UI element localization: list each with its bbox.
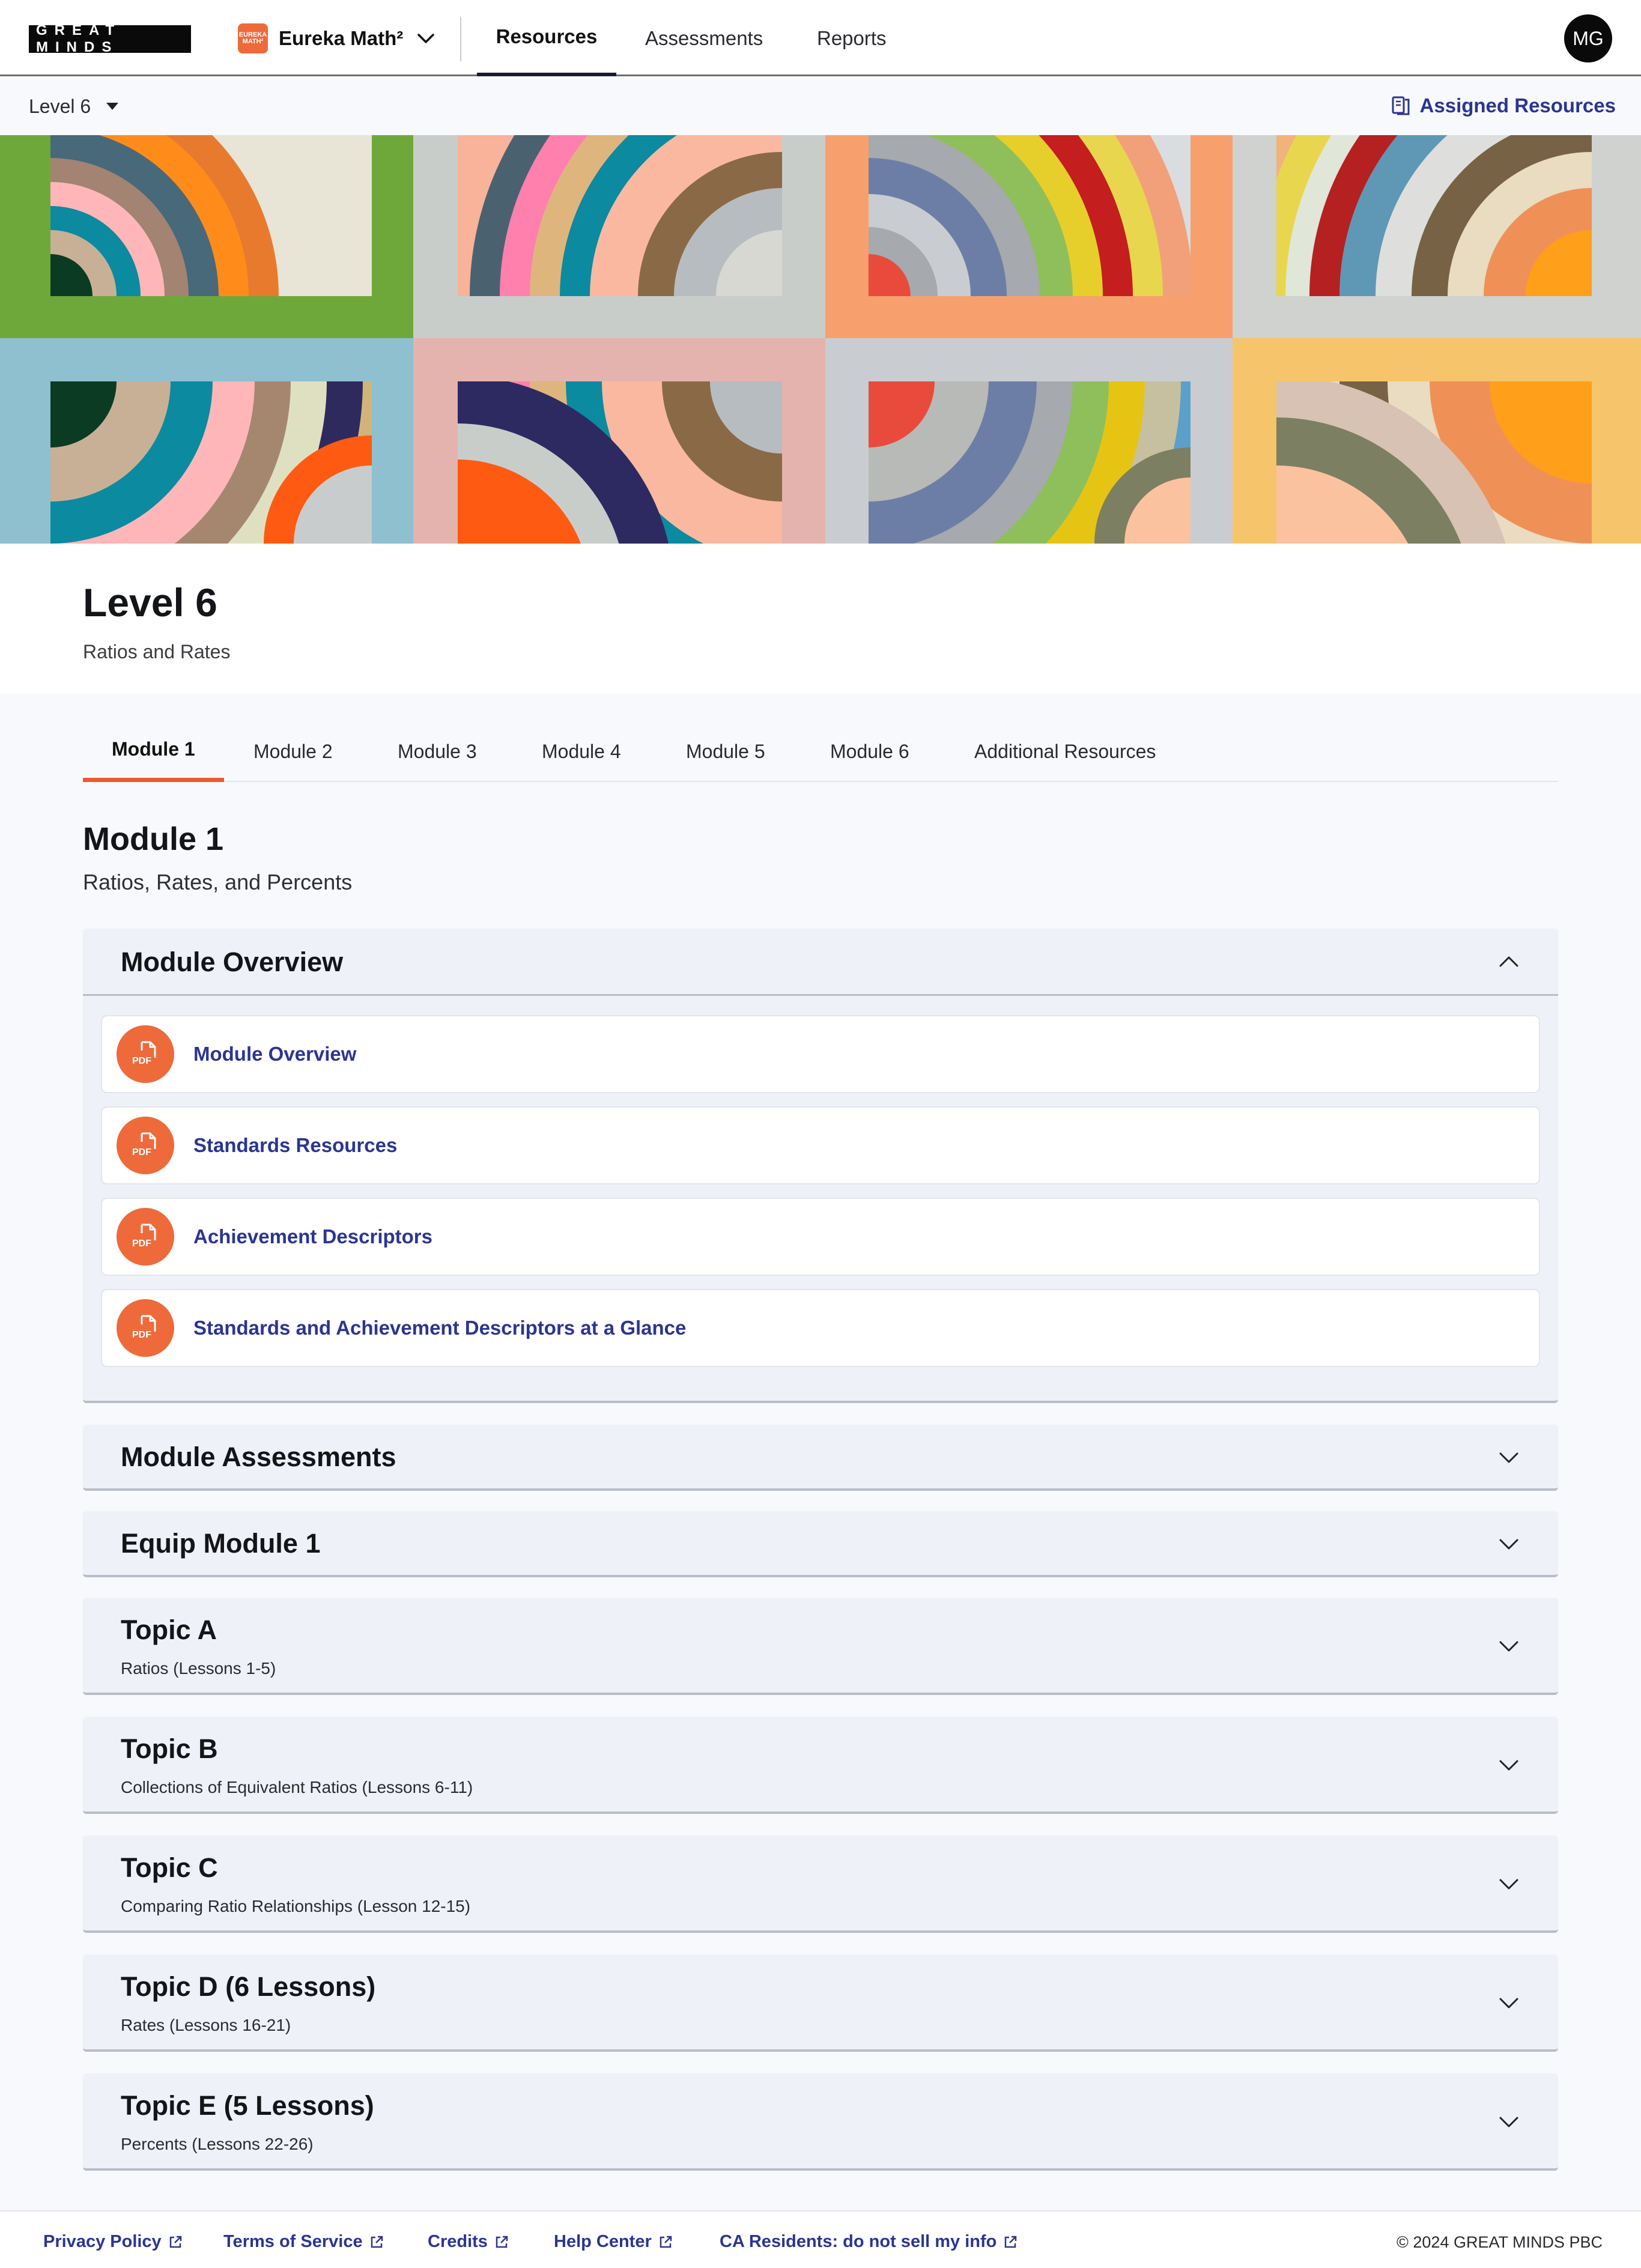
accordion-subtitle: Collections of Equivalent Ratios (Lesson… xyxy=(121,1778,473,1797)
external-link-icon xyxy=(371,2236,383,2248)
product-name: Eureka Math² xyxy=(279,27,404,49)
external-link-icon xyxy=(496,2236,508,2248)
chevron-down-icon xyxy=(1499,1879,1518,1890)
accordion-topic-a[interactable]: Topic A Ratios (Lessons 1-5) xyxy=(83,1598,1558,1695)
footer-link-label: CA Residents: do not sell my info xyxy=(720,2232,997,2251)
footer-link-label: Credits xyxy=(428,2232,488,2251)
accordion-header[interactable]: Module Overview xyxy=(83,929,1558,996)
nav-tab-assessments[interactable]: Assessments xyxy=(645,0,763,76)
chevron-down-icon xyxy=(1499,1452,1518,1463)
svg-text:PDF: PDF xyxy=(132,1147,151,1157)
accordion-title: Topic A xyxy=(121,1615,217,1645)
banner-artwork xyxy=(0,135,1641,544)
footer-link-label: Privacy Policy xyxy=(43,2232,162,2251)
level-banner-image xyxy=(0,135,1641,544)
accordion-topic-e[interactable]: Topic E (5 Lessons) Percents (Lessons 22… xyxy=(83,2073,1558,2171)
accordion-subtitle: Rates (Lessons 16-21) xyxy=(121,2016,291,2034)
assigned-resources-icon xyxy=(1392,96,1410,115)
svg-text:PDF: PDF xyxy=(132,1056,151,1066)
svg-text:PDF: PDF xyxy=(132,1239,151,1249)
resource-item[interactable]: PDF Standards Resources xyxy=(101,1106,1540,1184)
resource-link[interactable]: Achievement Descriptors xyxy=(193,1225,432,1248)
assigned-resources-label: Assigned Resources xyxy=(1419,94,1616,117)
accordion-module-assessments[interactable]: Module Assessments xyxy=(83,1425,1558,1491)
svg-text:PDF: PDF xyxy=(132,1330,151,1340)
accordion-subtitle: Percents (Lessons 22-26) xyxy=(121,2135,314,2153)
accordion-title: Topic B xyxy=(121,1733,218,1764)
page-subtitle: Ratios and Rates xyxy=(83,641,231,663)
product-switcher[interactable]: EUREKA MATH² Eureka Math² xyxy=(238,20,438,56)
logo-text: GREAT MINDS xyxy=(36,22,122,55)
resource-item[interactable]: PDF Achievement Descriptors xyxy=(101,1198,1540,1276)
tab-module-6[interactable]: Module 6 xyxy=(801,721,938,782)
accordion-title: Topic E (5 Lessons) xyxy=(121,2090,374,2121)
footer-link-credits[interactable]: Credits xyxy=(428,2232,509,2252)
tab-additional-resources[interactable]: Additional Resources xyxy=(945,721,1184,782)
accordion-title: Module Assessments xyxy=(121,1442,396,1472)
resource-link[interactable]: Standards Resources xyxy=(193,1134,397,1157)
top-nav-bar: GREAT MINDS EUREKA MATH² Eureka Math² Res… xyxy=(0,0,1641,76)
great-minds-logo[interactable]: GREAT MINDS xyxy=(29,22,191,55)
accordion-title: Module Overview xyxy=(121,947,344,977)
eureka-math-logo-icon: EUREKA MATH² xyxy=(238,23,268,53)
accordion-title: Topic D (6 Lessons) xyxy=(121,1971,376,2002)
module-tab-bar: Module 1 Module 2 Module 3 Module 4 Modu… xyxy=(83,721,1558,782)
user-avatar[interactable]: MG xyxy=(1564,14,1612,62)
level-dropdown[interactable]: Level 6 xyxy=(29,93,119,120)
external-link-icon xyxy=(169,2236,181,2248)
footer-link-label: Terms of Service xyxy=(223,2232,363,2251)
assigned-resources-link[interactable]: Assigned Resources xyxy=(1390,92,1616,120)
accordion-title: Equip Module 1 xyxy=(121,1528,321,1559)
accordion-module-overview: Module Overview PDF Module Overview PDF … xyxy=(83,929,1558,1403)
footer-link-ca-residents[interactable]: CA Residents: do not sell my info xyxy=(720,2232,1018,2252)
tab-module-3[interactable]: Module 3 xyxy=(369,721,506,782)
accordion-topic-b[interactable]: Topic B Collections of Equivalent Ratios… xyxy=(83,1717,1558,1814)
nav-tab-reports[interactable]: Reports xyxy=(817,0,887,76)
module-subtitle: Ratios, Rates, and Percents xyxy=(83,870,353,894)
header-divider xyxy=(460,17,461,61)
pdf-icon: PDF xyxy=(117,1117,174,1174)
pdf-icon: PDF xyxy=(117,1025,174,1083)
accordion-topic-d[interactable]: Topic D (6 Lessons) Rates (Lessons 16-21… xyxy=(83,1954,1558,2052)
module-title: Module 1 xyxy=(83,821,224,857)
chevron-up-icon xyxy=(1499,956,1518,967)
accordion-equip-module[interactable]: Equip Module 1 xyxy=(83,1511,1558,1577)
accordion-subtitle: Ratios (Lessons 1-5) xyxy=(121,1659,276,1678)
accordion-topic-c[interactable]: Topic C Comparing Ratio Relationships (L… xyxy=(83,1836,1558,1933)
level-dropdown-value: Level 6 xyxy=(29,95,91,117)
tab-module-1[interactable]: Module 1 xyxy=(83,721,224,782)
chevron-down-icon xyxy=(1499,1760,1518,1771)
pdf-icon: PDF xyxy=(117,1299,174,1357)
accordion-title: Topic C xyxy=(121,1852,218,1883)
accordion-subtitle: Comparing Ratio Relationships (Lesson 12… xyxy=(121,1897,471,1915)
external-link-icon xyxy=(660,2236,672,2248)
resource-item[interactable]: PDF Standards and Achievement Descriptor… xyxy=(101,1289,1540,1367)
nav-tab-resources[interactable]: Resources xyxy=(477,0,616,76)
level-header: Level 6 Ratios and Rates xyxy=(0,544,1641,694)
chevron-down-icon xyxy=(417,34,434,43)
resource-item[interactable]: PDF Module Overview xyxy=(101,1015,1540,1093)
tab-module-2[interactable]: Module 2 xyxy=(225,721,362,782)
footer-link-privacy-policy[interactable]: Privacy Policy xyxy=(43,2232,183,2252)
chevron-down-icon xyxy=(1499,1641,1518,1652)
copyright-text: © 2024 GREAT MINDS PBC xyxy=(1397,2233,1603,2251)
page-title: Level 6 xyxy=(83,580,217,625)
tab-module-4[interactable]: Module 4 xyxy=(513,721,650,782)
resource-link[interactable]: Module Overview xyxy=(193,1043,356,1066)
external-link-icon xyxy=(1005,2236,1017,2248)
chevron-down-icon xyxy=(1499,2117,1518,2127)
footer-link-label: Help Center xyxy=(554,2232,652,2251)
chevron-down-icon xyxy=(1499,1539,1518,1550)
sub-bar: Level 6 Assigned Resources xyxy=(0,76,1641,135)
footer-link-terms-of-service[interactable]: Terms of Service xyxy=(223,2232,384,2252)
chevron-down-icon xyxy=(1499,1998,1518,2009)
caret-down-icon xyxy=(106,103,119,110)
footer: Privacy Policy Terms of Service Credits … xyxy=(0,2210,1641,2268)
pdf-icon: PDF xyxy=(117,1208,174,1266)
tab-module-5[interactable]: Module 5 xyxy=(657,721,794,782)
resource-link[interactable]: Standards and Achievement Descriptors at… xyxy=(193,1317,686,1339)
footer-link-help-center[interactable]: Help Center xyxy=(554,2232,673,2252)
